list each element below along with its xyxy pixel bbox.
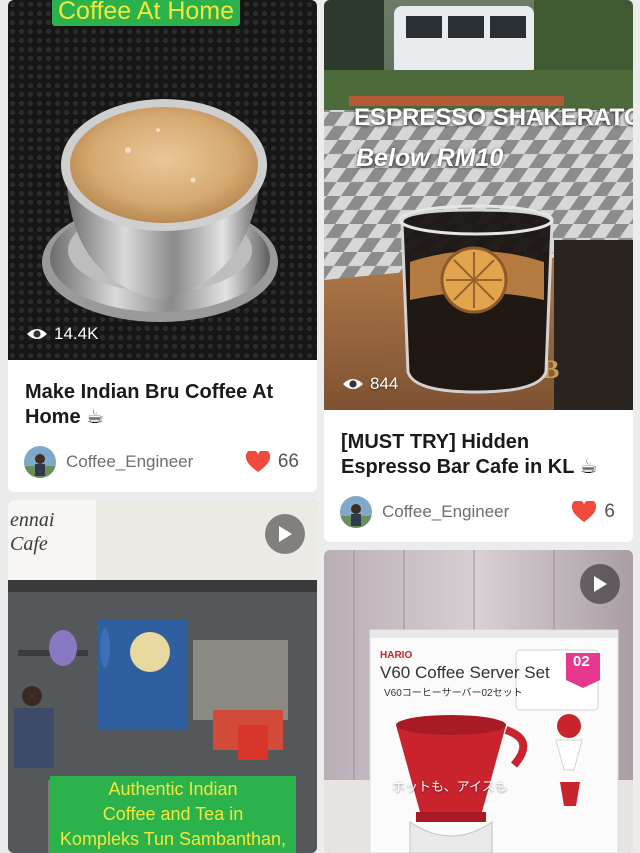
post-card[interactable]: Coffee At Home 14.4K Make Indian Bru Cof… xyxy=(8,0,317,492)
post-title-line: Make Indian Bru Coffee At xyxy=(25,381,274,403)
cover-caption: Authentic Indian Coffee and Tea in Kompl… xyxy=(50,776,296,853)
cover-caption-text: Coffee At Home xyxy=(58,0,235,25)
box-badge-text: 02 xyxy=(573,653,590,670)
like-count: 6 xyxy=(604,501,615,522)
author-name[interactable]: Coffee_Engineer xyxy=(66,452,246,472)
box-title: V60 Coffee Server Set xyxy=(380,663,550,683)
cover-caption-text: Kompleks Tun Sambanthan, xyxy=(59,829,287,849)
cover-caption-text: Authentic Indian xyxy=(108,779,238,799)
post-title-line: [MUST TRY] Hidden xyxy=(341,431,530,453)
box-subtitle-text: V60コーヒーサーバー02セット xyxy=(384,688,523,699)
post-cover-image[interactable]: HARIO V60 Coffee Server Set V60コーヒーサーバー0… xyxy=(324,550,633,853)
sign-text: ennai Cafe xyxy=(10,508,54,556)
avatar[interactable] xyxy=(340,496,372,528)
post-cover-image[interactable]: B ESPRESSO SHAKERATO Below RM10 844 xyxy=(324,0,633,410)
cover-caption: Coffee At Home xyxy=(52,0,241,26)
sign-text-line: ennai xyxy=(10,509,55,531)
author-row: Coffee_Engineer 66 xyxy=(24,445,299,479)
like-count: 66 xyxy=(277,451,299,472)
post-title-line: Home ☕ xyxy=(25,406,105,428)
view-count: 14.4K xyxy=(26,324,98,344)
box-title-text: V60 Coffee Server Set xyxy=(380,663,550,682)
view-count: 844 xyxy=(342,374,398,394)
post-title[interactable]: Make Indian Bru Coffee At Home ☕ xyxy=(25,380,303,430)
play-button[interactable] xyxy=(265,514,305,554)
view-count-text: 14.4K xyxy=(54,324,99,343)
post-title[interactable]: [MUST TRY] Hidden Espresso Bar Cafe in K… xyxy=(341,430,619,480)
box-brand: HARIO xyxy=(380,650,412,661)
box-badge: 02 xyxy=(573,653,590,670)
post-card[interactable]: HARIO V60 Coffee Server Set V60コーヒーサーバー0… xyxy=(324,550,633,853)
like-button[interactable]: 6 xyxy=(572,501,615,523)
cover-caption-sub: Below RM10 xyxy=(356,144,503,173)
author-name[interactable]: Coffee_Engineer xyxy=(382,502,572,522)
author-row: Coffee_Engineer 6 xyxy=(340,495,615,529)
play-icon xyxy=(279,526,292,542)
box-caption-text: ホットも、アイスも xyxy=(392,779,508,794)
play-icon xyxy=(594,576,607,592)
sign-text-line: Cafe xyxy=(10,533,48,555)
post-card[interactable]: ennai Cafe Authentic Indian Coffee and T… xyxy=(8,500,317,853)
heart-icon xyxy=(572,501,597,522)
view-count-text: 844 xyxy=(370,374,399,393)
cover-caption-text: ESPRESSO SHAKERATO xyxy=(354,104,633,131)
cover-caption-text: Below RM10 xyxy=(356,144,504,172)
post-cover-image[interactable]: ennai Cafe Authentic Indian Coffee and T… xyxy=(8,500,317,853)
cover-caption: ESPRESSO SHAKERATO xyxy=(354,104,633,132)
eye-icon xyxy=(27,329,47,339)
post-card[interactable]: B ESPRESSO SHAKERATO Below RM10 844 [MUS… xyxy=(324,0,633,542)
heart-icon xyxy=(245,451,270,472)
avatar[interactable] xyxy=(24,446,56,478)
post-title-line: Espresso Bar Cafe in KL ☕ xyxy=(341,456,598,478)
box-brand-text: HARIO xyxy=(380,650,413,661)
cover-caption-text: Coffee and Tea in xyxy=(102,804,244,824)
eye-icon xyxy=(343,379,363,389)
play-button[interactable] xyxy=(580,564,620,604)
post-cover-image[interactable]: Coffee At Home 14.4K xyxy=(8,0,317,360)
box-subtitle: V60コーヒーサーバー02セット xyxy=(384,684,523,699)
post-feed: Coffee At Home 14.4K Make Indian Bru Cof… xyxy=(0,0,640,853)
like-button[interactable]: 66 xyxy=(245,451,299,473)
box-caption: ホットも、アイスも xyxy=(392,776,508,795)
